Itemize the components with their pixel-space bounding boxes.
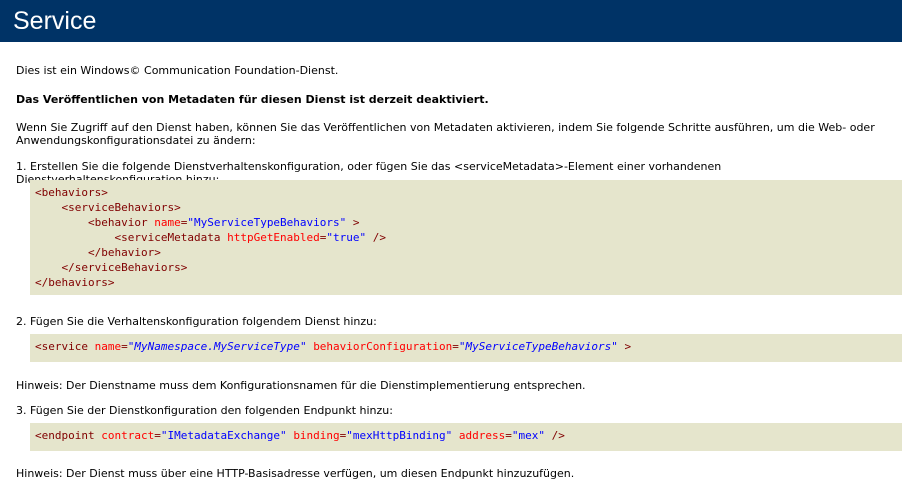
- code-value: MyNamespace.MyServiceType: [134, 340, 300, 353]
- code-value: "mex": [511, 429, 545, 442]
- metadata-disabled-notice: Das Veröffentlichen von Metadaten für di…: [16, 93, 489, 106]
- behaviors-code-block: <behaviors> <serviceBehaviors> <behavior…: [30, 180, 902, 295]
- code-line: </behaviors>: [35, 275, 902, 290]
- code-tag: </behavior>: [87, 246, 161, 259]
- code-attr: binding: [293, 429, 340, 442]
- step-3-text: 3. Fügen Sie der Dienstkonfiguration den…: [16, 404, 393, 417]
- code-attr: address: [458, 429, 506, 442]
- code-line: <behavior name="MyServiceTypeBehaviors" …: [35, 215, 902, 230]
- code-line: <endpoint contract="IMetadataExchange" b…: [35, 429, 565, 442]
- code-tag: <behavior: [87, 216, 148, 229]
- code-line: <serviceBehaviors>: [35, 200, 902, 215]
- code-attr: contract: [101, 429, 155, 442]
- hint-service-name: Hinweis: Der Dienstname muss dem Konfigu…: [16, 379, 586, 392]
- code-line: </serviceBehaviors>: [35, 260, 902, 275]
- step-2-text: 2. Fügen Sie die Verhaltenskonfiguration…: [16, 315, 377, 328]
- code-quote: ": [611, 340, 618, 353]
- code-tag: <serviceMetadata: [114, 231, 221, 244]
- code-line: <behaviors>: [35, 185, 902, 200]
- code-tag: <service: [35, 340, 88, 353]
- access-instructions: Wenn Sie Zugriff auf den Dienst haben, k…: [16, 121, 875, 147]
- endpoint-code-block: <endpoint contract="IMetadataExchange" b…: [30, 423, 902, 451]
- code-value: "true": [326, 231, 367, 244]
- page-title: Service: [0, 0, 902, 42]
- code-tag: >: [352, 216, 360, 229]
- service-code-block: <service name="MyNamespace.MyServiceType…: [30, 334, 902, 362]
- code-attr: name: [94, 340, 122, 353]
- intro-text: Dies ist ein Windows© Communication Foun…: [16, 64, 339, 77]
- code-value: "IMetadataExchange": [160, 429, 287, 442]
- code-quote: ": [299, 340, 307, 353]
- code-line: </behavior>: [35, 245, 902, 260]
- code-attr: httpGetEnabled: [227, 231, 320, 244]
- code-quote: ": [458, 340, 466, 353]
- code-tag: <serviceBehaviors>: [61, 201, 181, 214]
- code-value: MyServiceTypeBehaviors: [465, 340, 612, 353]
- code-tag: </serviceBehaviors>: [61, 261, 188, 274]
- hint-base-address: Hinweis: Der Dienst muss über eine HTTP-…: [16, 467, 575, 480]
- code-tag: </behaviors>: [35, 276, 115, 289]
- code-attr: name: [154, 216, 181, 229]
- code-tag: />: [551, 429, 565, 442]
- code-line: <service name="MyNamespace.MyServiceType…: [35, 340, 632, 353]
- code-tag: />: [372, 231, 387, 244]
- code-tag: <behaviors>: [35, 186, 108, 199]
- code-attr: behaviorConfiguration: [313, 340, 453, 353]
- code-tag: <endpoint: [35, 429, 95, 442]
- code-value: "MyServiceTypeBehaviors": [187, 216, 347, 229]
- code-value: "mexHttpBinding": [346, 429, 453, 442]
- code-tag: >: [624, 340, 632, 353]
- code-line: <serviceMetadata httpGetEnabled="true" /…: [35, 230, 902, 245]
